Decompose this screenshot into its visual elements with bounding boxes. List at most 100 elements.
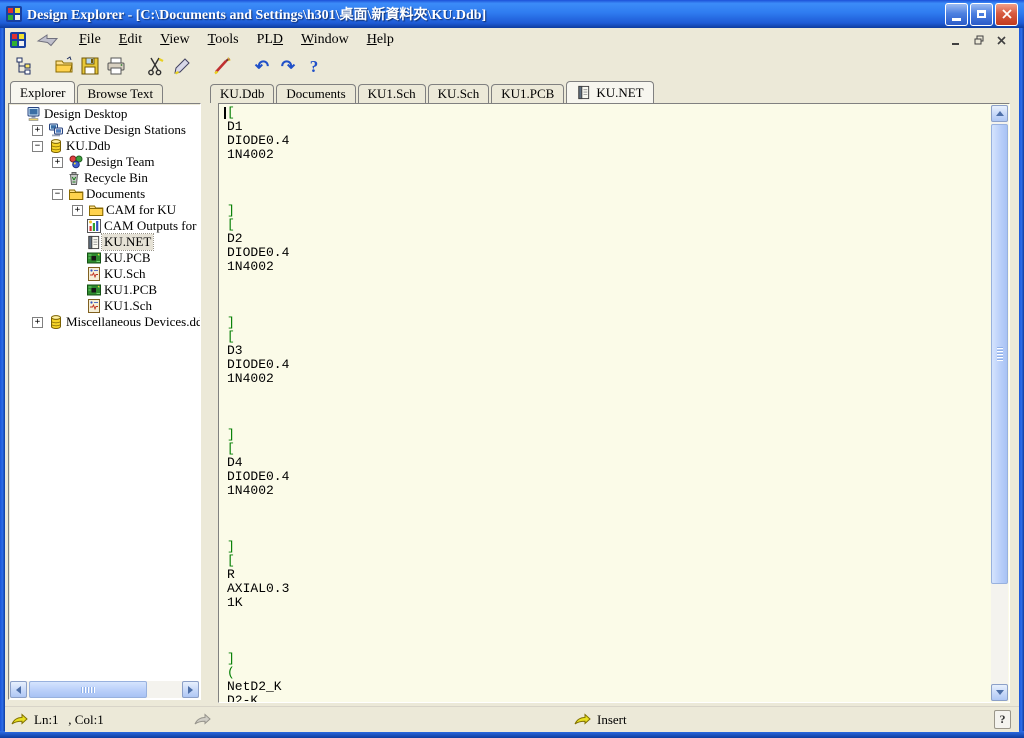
tab-label: Documents — [286, 86, 345, 102]
pcb-icon — [85, 282, 102, 298]
editor-line — [219, 624, 991, 638]
close-button[interactable] — [995, 3, 1018, 26]
cam-icon — [85, 218, 102, 234]
explorer-panel-toggle-button[interactable] — [11, 54, 37, 78]
toggle-spacer — [71, 253, 85, 264]
tree-item-miscellaneous-devices-ddb[interactable]: +Miscellaneous Devices.ddb — [9, 314, 200, 330]
tree-item-design-desktop[interactable]: Design Desktop — [9, 106, 200, 122]
tree-item-ku-sch[interactable]: KU.Sch — [9, 266, 200, 282]
minimize-button[interactable] — [945, 3, 968, 26]
tree-item-ku1-sch[interactable]: KU1.Sch — [9, 298, 200, 314]
desktop-icon — [25, 106, 42, 122]
document-tab-ku1-sch[interactable]: KU1.Sch — [358, 84, 426, 103]
status-bar: Ln:1 , Col:1 Insert ? — [5, 706, 1019, 732]
editor-line: AXIAL0.3 — [219, 582, 991, 596]
editor-line: DIODE0.4 — [219, 470, 991, 484]
tree-item-label: Active Design Stations — [64, 122, 188, 138]
editor-line: [ — [219, 106, 991, 120]
editor-text[interactable]: [D1DIODE0.41N4002][D2DIODE0.41N4002][D3D… — [219, 106, 991, 702]
tab-label: KU.Ddb — [220, 86, 264, 102]
expand-toggle[interactable]: + — [32, 125, 43, 136]
menu-help[interactable]: Help — [358, 30, 403, 50]
scroll-left-button[interactable] — [10, 681, 27, 698]
tree-item-design-team[interactable]: +Design Team — [9, 154, 200, 170]
tree-item-ku-pcb[interactable]: KU.PCB — [9, 250, 200, 266]
tab-label: KU1.Sch — [368, 86, 416, 102]
document-tab-ku-ddb[interactable]: KU.Ddb — [210, 84, 274, 103]
document-tab-documents[interactable]: Documents — [276, 84, 355, 103]
line-col-indicator: Ln:1 , Col:1 — [34, 712, 104, 728]
tree-item-label: KU.Sch — [102, 266, 148, 282]
system-menu-arrow-icon[interactable] — [36, 33, 60, 47]
text-editor-panel[interactable]: [D1DIODE0.41N4002][D2DIODE0.41N4002][D3D… — [218, 103, 1010, 703]
menu-bar: FileEditViewToolsPLDWindowHelp — [5, 28, 1019, 53]
tree-item-cam-for-ku[interactable]: +CAM for KU — [9, 202, 200, 218]
redo-button[interactable]: ↷ — [275, 54, 301, 78]
paste-button[interactable] — [209, 54, 235, 78]
toggle-spacer — [71, 285, 85, 296]
tree-item-label: KU1.Sch — [102, 298, 154, 314]
maximize-button[interactable] — [970, 3, 993, 26]
scroll-right-button[interactable] — [182, 681, 199, 698]
tree-item-recycle-bin[interactable]: Recycle Bin — [9, 170, 200, 186]
scroll-grip — [997, 347, 1003, 361]
mdi-minimize-button[interactable] — [946, 32, 965, 49]
expand-toggle[interactable]: + — [52, 157, 63, 168]
title-bar: Design Explorer - [C:\Documents and Sett… — [0, 0, 1024, 28]
menu-view[interactable]: View — [151, 30, 199, 50]
mdi-restore-button[interactable] — [969, 32, 988, 49]
menu-edit[interactable]: Edit — [110, 30, 151, 50]
editor-line: ] — [219, 540, 991, 554]
document-tab-ku-sch[interactable]: KU.Sch — [428, 84, 490, 103]
tree-item-cam-outputs-for-ku[interactable]: CAM Outputs for KU — [9, 218, 200, 234]
mdi-close-button[interactable] — [992, 32, 1011, 49]
mdi-restore-icon — [974, 35, 984, 45]
expand-toggle[interactable]: + — [32, 317, 43, 328]
cut-button[interactable] — [143, 54, 169, 78]
team-icon — [67, 154, 84, 170]
panel-tab-explorer[interactable]: Explorer — [10, 81, 75, 103]
scroll-up-button[interactable] — [991, 105, 1008, 122]
window-border-right — [1019, 28, 1024, 731]
insert-mode-indicator: Insert — [597, 712, 627, 728]
save-button[interactable] — [77, 54, 103, 78]
expand-toggle[interactable]: + — [72, 205, 83, 216]
editor-line — [219, 386, 991, 400]
close-icon — [1002, 9, 1012, 19]
menu-pld[interactable]: PLD — [248, 30, 292, 50]
editor-line — [219, 288, 991, 302]
open-button[interactable] — [51, 54, 77, 78]
menu-tools[interactable]: Tools — [199, 30, 248, 50]
collapse-toggle[interactable]: − — [32, 141, 43, 152]
copy-button[interactable] — [169, 54, 195, 78]
menu-file[interactable]: File — [70, 30, 110, 50]
cut-icon — [146, 56, 166, 76]
scroll-down-button[interactable] — [991, 684, 1008, 701]
editor-line: 1N4002 — [219, 484, 991, 498]
window-title: Design Explorer - [C:\Documents and Sett… — [27, 4, 486, 24]
collapse-toggle[interactable]: − — [52, 189, 63, 200]
window-border-left — [0, 28, 5, 731]
tree-item-documents[interactable]: −Documents — [9, 186, 200, 202]
document-tab-ku1-pcb[interactable]: KU1.PCB — [491, 84, 564, 103]
document-tab-ku-net[interactable]: KU.NET — [566, 81, 653, 103]
editor-scroll-thumb[interactable] — [991, 124, 1008, 584]
help-button[interactable]: ? — [301, 54, 327, 78]
tree-item-ku1-pcb[interactable]: KU1.PCB — [9, 282, 200, 298]
editor-line: ] — [219, 204, 991, 218]
tree-item-active-design-stations[interactable]: + Active Design Stations — [9, 122, 200, 138]
editor-vertical-scrollbar[interactable] — [991, 105, 1008, 701]
undo-button[interactable]: ↶ — [249, 54, 275, 78]
status-help-button[interactable]: ? — [994, 710, 1011, 729]
editor-line: [ — [219, 442, 991, 456]
editor-line: [ — [219, 218, 991, 232]
minimize-icon — [952, 18, 961, 21]
panel-tab-browse-text[interactable]: Browse Text — [77, 84, 163, 103]
tree-item-ku-net[interactable]: KU.NET — [9, 234, 200, 250]
tree-horizontal-scrollbar[interactable] — [10, 681, 199, 698]
print-button[interactable] — [103, 54, 129, 78]
menu-window[interactable]: Window — [292, 30, 358, 50]
tree-item-label: Design Desktop — [42, 106, 129, 122]
tree-item-ku-ddb[interactable]: −KU.Ddb — [9, 138, 200, 154]
tree-scroll-thumb[interactable] — [29, 681, 147, 698]
